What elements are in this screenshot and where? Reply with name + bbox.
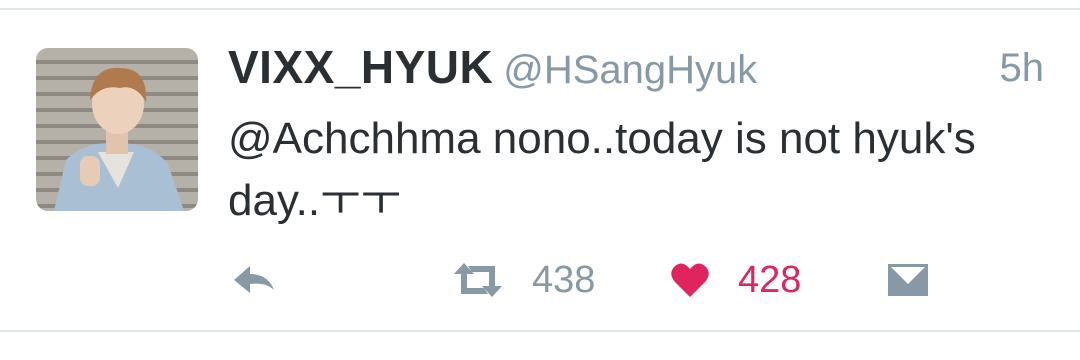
retweet-button[interactable]: 438 xyxy=(452,255,595,305)
mention-link[interactable]: @Achchhma xyxy=(228,114,481,163)
tweet-text: @Achchhma nono..today is not hyuk's day.… xyxy=(228,108,1058,232)
retweet-count: 438 xyxy=(532,258,596,301)
bottom-divider xyxy=(0,330,1080,332)
top-divider xyxy=(0,8,1080,10)
direct-message-button[interactable] xyxy=(886,255,930,305)
tweet-text-line1: nono..today is not hyuk's xyxy=(480,114,976,163)
tweet-timestamp[interactable]: 5h xyxy=(1000,46,1045,91)
reply-icon xyxy=(234,266,274,293)
avatar[interactable] xyxy=(36,48,198,211)
retweet-icon xyxy=(454,263,502,297)
direct-message-icon xyxy=(888,264,928,296)
display-name[interactable]: VIXX_HYUK xyxy=(228,41,493,93)
tweet-text-line2: day..ㅜㅜ xyxy=(228,176,402,225)
avatar-photo xyxy=(36,48,198,211)
user-handle[interactable]: @HSangHyuk xyxy=(503,48,757,92)
reply-button[interactable] xyxy=(230,255,278,305)
tweet-header: VIXX_HYUK @HSangHyuk xyxy=(228,40,757,100)
tweet-card[interactable]: VIXX_HYUK @HSangHyuk 5h @Achchhma nono..t… xyxy=(0,0,1080,360)
heart-icon xyxy=(671,263,709,297)
like-count: 428 xyxy=(738,258,802,301)
like-button[interactable]: 428 xyxy=(670,255,801,305)
tweet-actions: 438 428 xyxy=(0,255,1080,305)
